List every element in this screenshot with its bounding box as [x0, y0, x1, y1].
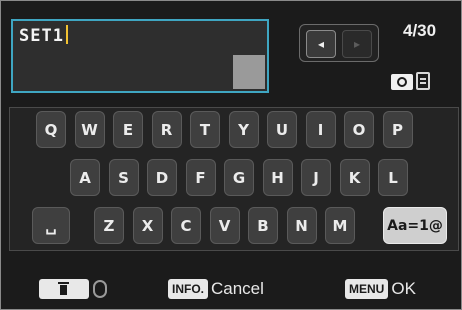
- key-u-label: U: [275, 120, 289, 139]
- key-e-label: E: [122, 120, 134, 139]
- key-f-label: F: [195, 168, 206, 187]
- key-y[interactable]: Y: [228, 111, 259, 148]
- key-p[interactable]: P: [382, 111, 413, 148]
- key-o[interactable]: O: [344, 111, 374, 148]
- key-r-label: R: [160, 120, 173, 139]
- key-d-label: D: [155, 168, 169, 187]
- key-m[interactable]: M: [325, 207, 355, 244]
- key-g-label: G: [232, 168, 246, 187]
- key-s[interactable]: S: [108, 159, 139, 196]
- key-z[interactable]: Z: [94, 207, 124, 244]
- ok-button[interactable]: MENU OK: [345, 277, 416, 301]
- key-v[interactable]: V: [209, 207, 240, 244]
- key-r[interactable]: R: [151, 111, 182, 148]
- key-q-label: Q: [44, 120, 58, 139]
- key-o-label: O: [352, 120, 366, 139]
- key-q[interactable]: Q: [36, 111, 66, 148]
- key-c[interactable]: C: [171, 207, 201, 244]
- text-input-field[interactable]: SET1: [11, 19, 269, 93]
- cancel-button[interactable]: INFO. Cancel: [168, 277, 264, 301]
- key-n[interactable]: N: [286, 207, 317, 244]
- key-space-label: ␣: [45, 216, 57, 235]
- key-u[interactable]: U: [267, 111, 297, 148]
- dial-icon: [93, 280, 107, 298]
- ok-label: OK: [391, 279, 416, 298]
- key-x[interactable]: X: [132, 207, 163, 244]
- card-icon: [416, 72, 430, 90]
- key-t[interactable]: T: [190, 111, 220, 148]
- key-w[interactable]: W: [74, 111, 105, 148]
- key-e[interactable]: E: [113, 111, 143, 148]
- key-x-label: X: [141, 216, 154, 235]
- key-l[interactable]: L: [378, 159, 408, 196]
- remaining-space-indicator: [233, 55, 265, 89]
- key-a-label: A: [79, 168, 91, 187]
- key-i-label: I: [317, 120, 324, 139]
- key-space[interactable]: ␣: [32, 207, 70, 244]
- info-button-tag: INFO.: [168, 279, 208, 299]
- entered-text: SET1: [19, 25, 68, 46]
- previous-arrow-button[interactable]: ◂: [306, 30, 336, 58]
- left-arrow-icon: ◂: [317, 37, 325, 51]
- camera-icon: [391, 74, 413, 90]
- delete-tag: [39, 279, 89, 299]
- key-b[interactable]: B: [248, 207, 278, 244]
- cancel-label: Cancel: [211, 279, 264, 298]
- key-s-label: S: [118, 168, 129, 187]
- key-t-label: T: [199, 120, 211, 139]
- key-j[interactable]: J: [301, 159, 331, 196]
- on-screen-keyboard: Q W E R T Y U I O P A S D F G H J K L ␣ Z X C V B N M Aa=1@: [9, 107, 459, 251]
- key-h-label: H: [271, 168, 284, 187]
- next-arrow-button[interactable]: ▸: [342, 30, 372, 58]
- key-k-label: K: [348, 168, 361, 187]
- key-m-label: M: [332, 216, 348, 235]
- key-c-label: C: [180, 216, 192, 235]
- key-b-label: B: [257, 216, 269, 235]
- key-k[interactable]: K: [339, 159, 370, 196]
- trash-icon: [58, 282, 69, 296]
- key-p-label: P: [392, 120, 403, 139]
- delete-button[interactable]: [39, 277, 107, 301]
- character-counter: 4/30: [403, 21, 437, 40]
- key-i[interactable]: I: [305, 111, 336, 148]
- text-entry-screen: SET1 ◂ ▸ 4/30 Q W E R T Y U I O P A S D F G H J K L ␣ Z X C V…: [0, 0, 462, 310]
- key-v-label: V: [218, 216, 231, 235]
- key-j-label: J: [313, 168, 319, 187]
- key-w-label: W: [81, 120, 98, 139]
- key-y-label: Y: [238, 120, 249, 139]
- menu-button-tag: MENU: [345, 279, 389, 299]
- key-n-label: N: [295, 216, 308, 235]
- key-g[interactable]: G: [224, 159, 254, 196]
- key-l-label: L: [388, 168, 398, 187]
- input-mode-key[interactable]: Aa=1@: [383, 207, 447, 244]
- input-mode-key-label: Aa=1@: [387, 217, 443, 234]
- key-h[interactable]: H: [262, 159, 293, 196]
- key-f[interactable]: F: [185, 159, 216, 196]
- page-navigation: ◂ ▸: [299, 24, 379, 62]
- text-caret: [65, 25, 68, 44]
- key-z-label: Z: [103, 216, 115, 235]
- key-a[interactable]: A: [70, 159, 100, 196]
- key-d[interactable]: D: [147, 159, 177, 196]
- right-arrow-icon: ▸: [353, 37, 361, 51]
